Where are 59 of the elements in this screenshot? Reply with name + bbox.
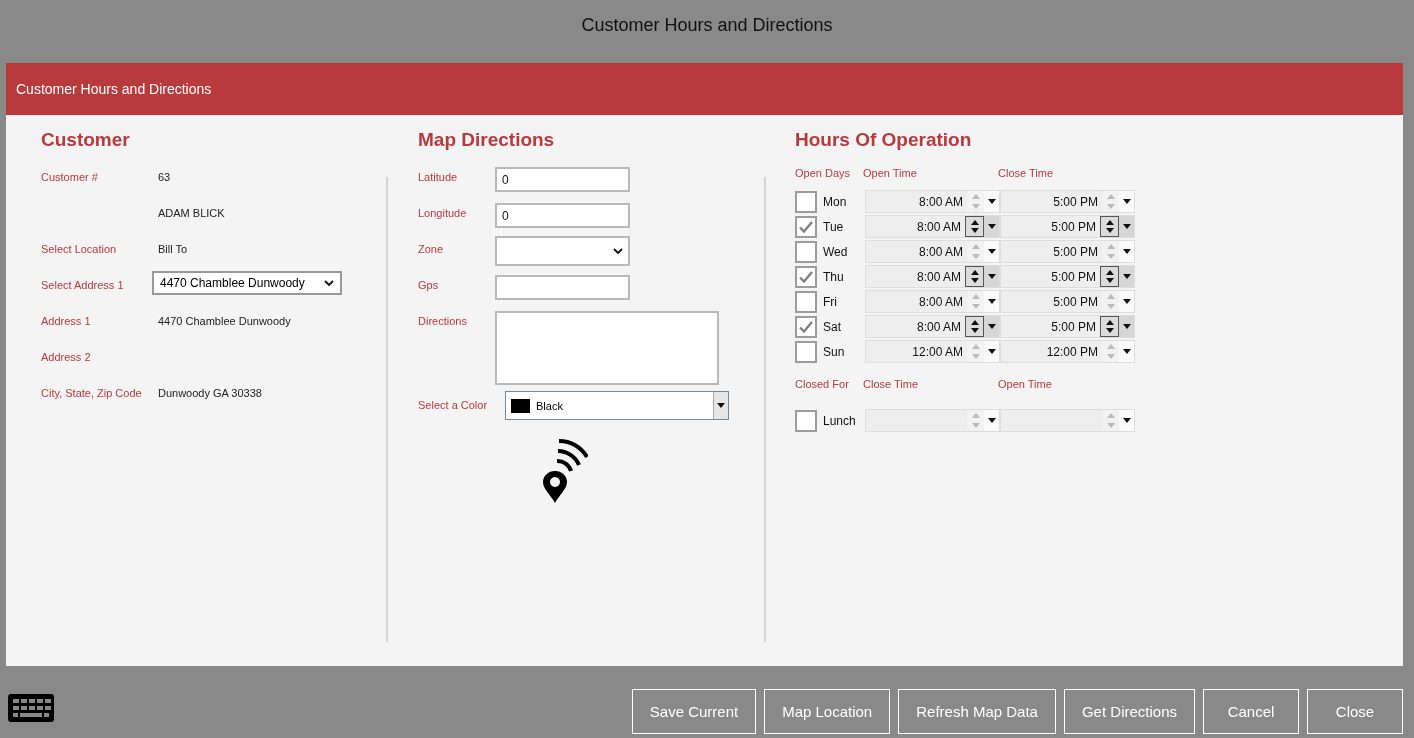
dropdown-caret-icon — [717, 403, 725, 408]
field-value: 63 — [158, 170, 171, 183]
field-value: ADAM BLICK — [158, 206, 225, 219]
field-label: Address 1 — [41, 315, 91, 327]
address-select[interactable]: 4470 Chamblee Dunwoody — [152, 271, 342, 295]
checkbox[interactable] — [795, 315, 817, 338]
day-label: Wed — [822, 244, 849, 259]
field-label: Latitude — [418, 171, 458, 183]
checkbox[interactable] — [795, 240, 817, 263]
checkbox[interactable] — [795, 409, 817, 432]
field-value: Dunwoody GA 30338 — [158, 386, 262, 399]
column-header: Open Days — [795, 167, 852, 181]
footer-button[interactable]: Map Location — [764, 689, 891, 734]
field-label: Zone — [418, 243, 444, 255]
day-label: Thu — [822, 269, 845, 284]
checkbox[interactable] — [795, 290, 817, 313]
checkbox[interactable] — [795, 340, 817, 363]
day-label: Sat — [822, 319, 842, 334]
day-label: Tue — [822, 219, 845, 234]
input-field[interactable]: 0 — [495, 167, 630, 192]
field-label: Address 2 — [41, 351, 91, 363]
chevron-down-icon — [613, 248, 623, 254]
field-label: Gps — [418, 279, 439, 291]
day-label: Lunch — [822, 413, 857, 428]
footer-button[interactable]: Close — [1307, 689, 1403, 734]
footer-button[interactable]: Cancel — [1203, 689, 1299, 734]
dialog-header: Customer Hours and Directions — [6, 63, 1403, 115]
column-header: Closed For — [795, 378, 850, 392]
column-header: Open Time — [998, 378, 1052, 392]
keyboard-icon[interactable] — [6, 692, 56, 724]
column-header: Close Time — [998, 167, 1054, 181]
checkbox[interactable] — [795, 215, 817, 238]
field-label: Customer # — [41, 171, 98, 183]
day-label: Sun — [822, 344, 846, 359]
day-label: Mon — [822, 194, 848, 209]
field-label: Select Address 1 — [41, 279, 124, 291]
section-heading: Hours Of Operation — [795, 129, 973, 151]
input-field[interactable]: 0 — [495, 203, 630, 228]
section-heading: Map Directions — [418, 129, 556, 151]
checkbox[interactable] — [795, 265, 817, 288]
field-label: Longitude — [418, 207, 467, 219]
day-label: Fri — [822, 294, 838, 309]
footer-button[interactable]: Refresh Map Data — [898, 689, 1056, 734]
input-field[interactable] — [495, 275, 630, 300]
column-header: Close Time — [863, 378, 920, 392]
column-header: Open Time — [863, 167, 918, 181]
color-select[interactable]: Black — [505, 391, 729, 420]
field-label: Select Location — [41, 243, 117, 255]
field-label: City, State, Zip Code — [41, 387, 142, 399]
checkbox[interactable] — [795, 190, 817, 213]
footer-button[interactable]: Save Current — [631, 689, 757, 734]
field-value: Bill To — [158, 242, 188, 255]
chevron-down-icon — [324, 280, 334, 286]
field-label: Directions — [418, 315, 467, 327]
footer-button[interactable]: Get Directions — [1063, 689, 1195, 734]
window-title: Customer Hours and Directions — [580, 14, 834, 37]
field-value: 4470 Chamblee Dunwoody — [158, 314, 291, 327]
field-label: Select a Color — [418, 399, 488, 411]
section-heading: Customer — [41, 129, 131, 151]
